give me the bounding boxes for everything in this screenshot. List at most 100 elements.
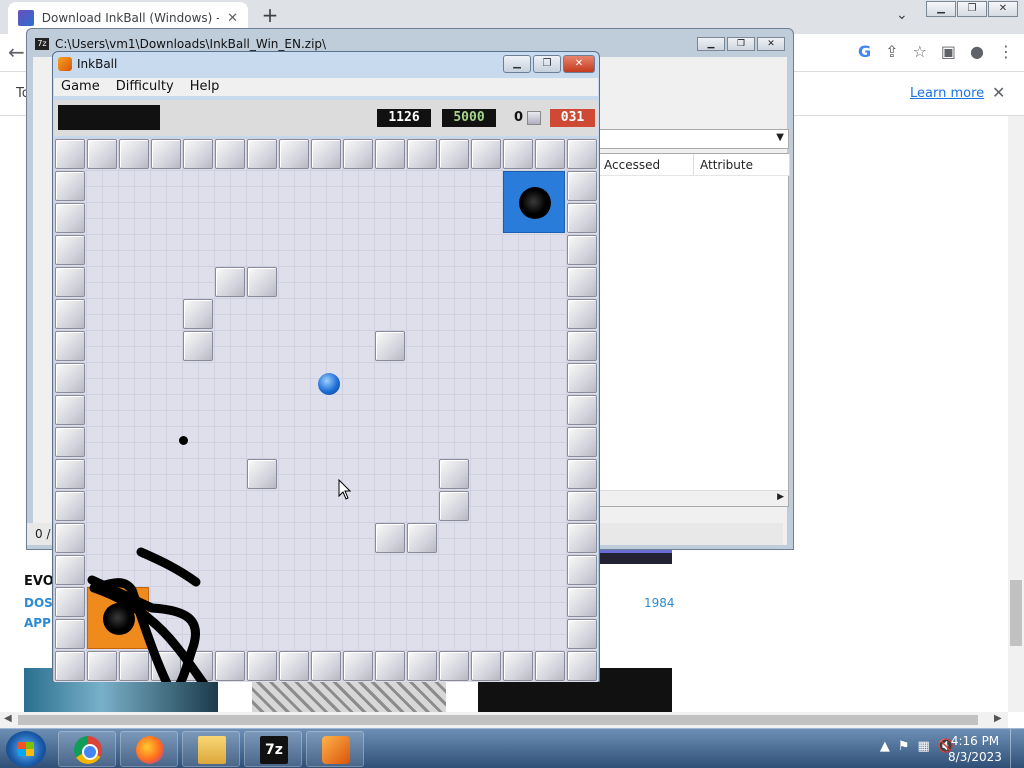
taskbar-chrome[interactable] xyxy=(58,731,116,767)
menu-game[interactable]: Game xyxy=(61,78,100,96)
wall-tile xyxy=(567,235,597,265)
7zip-file-list[interactable]: Accessed Attribute ▶ xyxy=(597,153,790,507)
taskbar-7zip[interactable]: 7z xyxy=(244,731,302,767)
column-header-attributes[interactable]: Attribute xyxy=(694,154,790,176)
wall-tile xyxy=(567,619,597,649)
7zip-path: C:\Users\vm1\Downloads\InkBall_Win_EN.zi… xyxy=(55,37,327,51)
wall-tile xyxy=(567,459,597,489)
wall-tile xyxy=(87,651,117,681)
inkball-menubar: Game Difficulty Help xyxy=(54,78,598,96)
game-board[interactable] xyxy=(54,138,598,682)
scroll-left-icon[interactable]: ◀ xyxy=(4,713,12,724)
7zip-titlebar: 7z C:\Users\vm1\Downloads\InkBall_Win_EN… xyxy=(35,37,326,51)
wall-tile xyxy=(567,395,597,425)
wall-tile xyxy=(567,299,597,329)
maximize-button[interactable]: ❐ xyxy=(727,37,755,51)
current-score: 1126 xyxy=(377,109,431,127)
wall-tile xyxy=(567,491,597,521)
show-hidden-icons-icon[interactable]: ▲ xyxy=(880,739,890,754)
wall-tile xyxy=(183,651,213,681)
scrollbar-thumb[interactable] xyxy=(18,715,978,725)
action-center-flag-icon[interactable]: ⚑ xyxy=(898,739,910,754)
wall-tile xyxy=(567,331,597,361)
back-arrow-icon[interactable]: ← xyxy=(8,40,25,64)
folder-icon xyxy=(198,736,226,764)
infobar-close-icon[interactable]: ✕ xyxy=(992,83,1005,102)
mouse-cursor-icon xyxy=(338,479,352,500)
page-vertical-scrollbar[interactable] xyxy=(1008,116,1024,712)
wall-tile xyxy=(247,139,277,169)
restore-button[interactable]: ❐ xyxy=(957,1,987,17)
balls-captured-count: 0 xyxy=(514,110,524,125)
7zip-window-controls: ▁ ❐ ✕ xyxy=(697,37,785,51)
close-button[interactable]: ✕ xyxy=(988,1,1018,17)
time-remaining: 031 xyxy=(550,109,595,127)
wall-tile xyxy=(183,331,213,361)
taskbar-firefox[interactable] xyxy=(120,731,178,767)
7zip-horizontal-scrollbar[interactable]: ▶ xyxy=(598,490,788,506)
inkball-title: InkBall xyxy=(77,57,118,71)
minimize-button[interactable]: ▁ xyxy=(697,37,725,51)
web-thumbnail-strip xyxy=(598,550,672,564)
scroll-right-icon[interactable]: ▶ xyxy=(777,492,784,502)
show-desktop-button[interactable] xyxy=(1010,729,1024,768)
wall-tile xyxy=(55,171,85,201)
site-favicon-icon xyxy=(18,10,34,26)
wall-tile xyxy=(535,651,565,681)
7zip-address-dropdown[interactable]: ▼ xyxy=(597,129,789,149)
toolbar-icons: G ⇪ ☆ ▣ ● ⋮ xyxy=(858,42,1014,61)
firefox-icon xyxy=(136,736,164,764)
chevron-down-icon[interactable]: ▼ xyxy=(776,132,784,143)
tab-search-icon[interactable]: ⌄ xyxy=(896,7,908,23)
orange-hole xyxy=(87,587,149,649)
minimize-button[interactable]: ▁ xyxy=(926,1,956,17)
wall-tile xyxy=(55,331,85,361)
scroll-right-icon[interactable]: ▶ xyxy=(994,713,1002,724)
wall-tile xyxy=(87,139,117,169)
network-icon[interactable]: ▦ xyxy=(918,739,930,754)
wall-tile xyxy=(183,139,213,169)
wall-tile xyxy=(567,363,597,393)
new-tab-button[interactable]: + xyxy=(258,4,282,28)
7zip-status-text: 0 / xyxy=(35,527,51,541)
wall-tile xyxy=(247,459,277,489)
inkball-window-controls: ▁ ❐ ✕ xyxy=(503,55,595,73)
wall-tile xyxy=(567,171,597,201)
maximize-button[interactable]: ❐ xyxy=(533,55,561,73)
tab-title: Download InkBall (Windows) - M xyxy=(41,11,220,25)
bookmark-star-icon[interactable]: ☆ xyxy=(913,42,927,61)
start-button[interactable] xyxy=(6,731,46,767)
side-panel-icon[interactable]: ▣ xyxy=(941,42,956,61)
profile-avatar-icon[interactable]: ● xyxy=(970,42,984,61)
google-icon[interactable]: G xyxy=(858,42,871,61)
windows-taskbar: 7z ▲ ⚑ ▦ 🔇 4:16 PM 8/3/2023 xyxy=(0,728,1024,768)
close-button[interactable]: ✕ xyxy=(563,55,595,73)
wall-tile xyxy=(55,587,85,617)
share-icon[interactable]: ⇪ xyxy=(885,42,898,61)
page-horizontal-scrollbar[interactable]: ◀ ▶ xyxy=(0,712,1008,728)
wall-tile xyxy=(471,139,501,169)
wall-tile xyxy=(567,139,597,169)
taskbar-explorer[interactable] xyxy=(182,731,240,767)
wall-tile xyxy=(503,139,533,169)
wall-tile xyxy=(55,427,85,457)
tab-close-icon[interactable]: ✕ xyxy=(227,11,238,26)
web-year: 1984 xyxy=(644,596,675,610)
wall-tile xyxy=(535,139,565,169)
wall-tile xyxy=(247,267,277,297)
menu-difficulty[interactable]: Difficulty xyxy=(116,78,174,96)
wall-tile xyxy=(55,555,85,585)
column-header-accessed[interactable]: Accessed xyxy=(598,154,694,176)
taskbar-inkball[interactable] xyxy=(306,731,364,767)
wall-tile xyxy=(375,523,405,553)
wall-tile xyxy=(119,651,149,681)
inkball-scoreboard: 1126 5000 0 031 xyxy=(54,100,598,136)
wall-tile xyxy=(55,619,85,649)
system-clock[interactable]: 4:16 PM 8/3/2023 xyxy=(944,733,1006,765)
learn-more-link[interactable]: Learn more xyxy=(910,86,984,101)
scrollbar-thumb[interactable] xyxy=(1010,580,1022,646)
menu-kebab-icon[interactable]: ⋮ xyxy=(998,42,1014,61)
close-button[interactable]: ✕ xyxy=(757,37,785,51)
minimize-button[interactable]: ▁ xyxy=(503,55,531,73)
menu-help[interactable]: Help xyxy=(190,78,220,96)
